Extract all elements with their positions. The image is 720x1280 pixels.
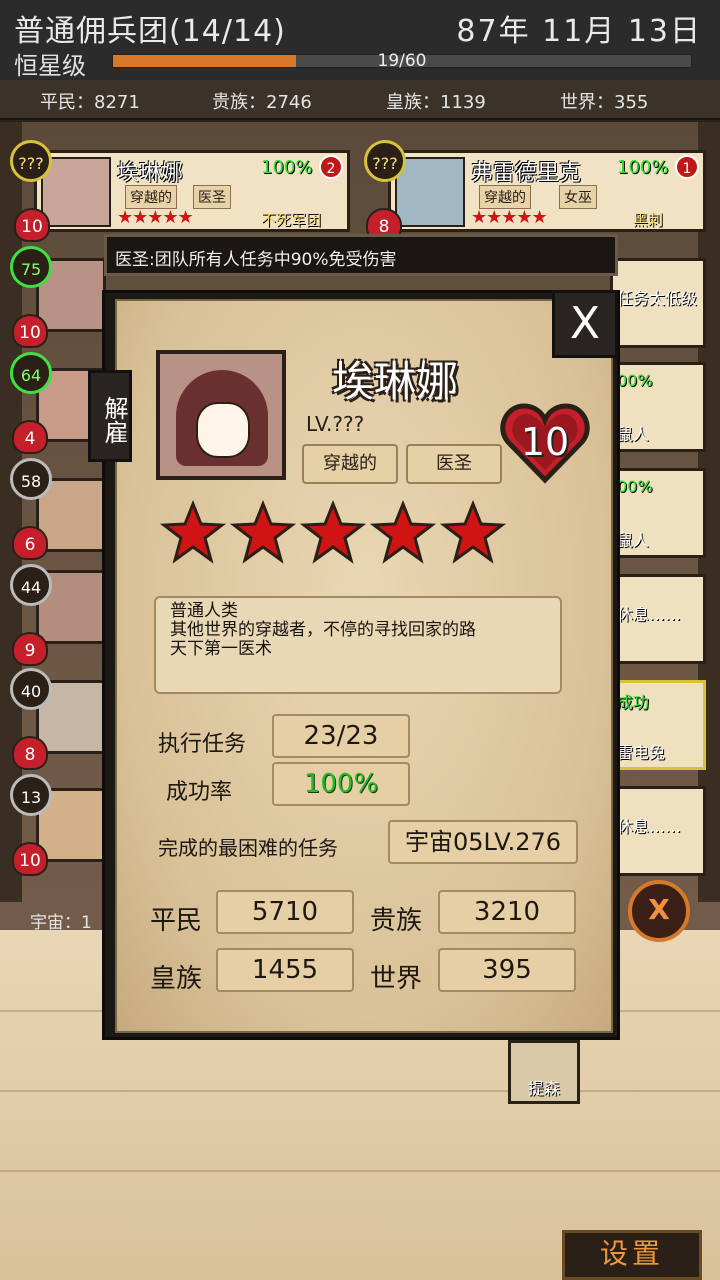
level-badge: 13: [10, 774, 52, 816]
dismiss-button[interactable]: 解雇: [88, 370, 132, 462]
rating-stars: ★★★★★: [117, 207, 194, 228]
star-icon: [369, 499, 437, 564]
heart-icon: 10: [12, 842, 48, 876]
mission-name: 休息……: [617, 817, 682, 836]
trait-tag-healer[interactable]: 医圣: [406, 444, 502, 484]
level-badge: 58: [10, 458, 52, 500]
avatar: [395, 157, 465, 227]
mission-name: 鼠人: [617, 531, 650, 550]
commoner-value: 5710: [216, 890, 354, 934]
heart-icon: 10: [12, 314, 48, 348]
rating-stars: ★★★★★: [471, 207, 548, 228]
noble-value: 3210: [438, 890, 576, 934]
count-badge: 1: [675, 155, 699, 179]
rank-progress-bar: 19/60: [112, 51, 692, 71]
heart-icon: 10: [14, 208, 50, 242]
close-button[interactable]: X: [552, 290, 618, 358]
star-icon: [299, 499, 367, 564]
success-rate-label: 成功率: [166, 780, 233, 805]
description-line: 天下第一医术: [170, 639, 272, 659]
heart-icon: 9: [12, 632, 48, 666]
world-value: 395: [438, 948, 576, 992]
royal-label: 皇族: [150, 964, 203, 994]
trait-tag: 穿越的: [479, 185, 531, 209]
trait-tooltip: 医圣:团队所有人任务中90%免受伤害: [104, 234, 618, 276]
rating-stars: [159, 499, 520, 570]
level-badge: 75: [10, 246, 52, 288]
description-line: 其他世界的穿越者，不停的寻找回家的路: [170, 620, 476, 640]
mission-card[interactable]: 休息……: [610, 786, 706, 876]
team-rank: 恒星级: [14, 52, 86, 80]
heart-icon: 6: [12, 526, 48, 560]
noble-label: 贵族: [370, 906, 423, 936]
mercenary-name: 埃琳娜: [117, 161, 184, 186]
mercenary-name: 弗雷德里克: [471, 161, 582, 186]
stat-world: 世界：355: [560, 92, 649, 113]
mission-card[interactable]: 成功 雷电兔: [610, 680, 706, 770]
success-percent: 100%: [261, 157, 313, 178]
trait-tag: 穿越的: [125, 185, 177, 209]
mission-status: 00%: [617, 371, 653, 390]
mission-name: 鼠人: [617, 425, 650, 444]
level-badge: 44: [10, 564, 52, 606]
world-label: 世界: [370, 964, 423, 994]
missions-value: 23/23: [272, 714, 410, 758]
rank-progress-text: 19/60: [377, 51, 427, 71]
star-icon: [229, 499, 297, 564]
mission-name: 休息……: [617, 605, 682, 624]
hardest-mission-label: 完成的最困难的任务: [158, 836, 338, 860]
mission-card[interactable]: 00% 鼠人: [610, 362, 706, 452]
mission-name: 雷电兔: [617, 743, 666, 762]
trait-tag-traveler[interactable]: 穿越的: [302, 444, 398, 484]
level-badge: 40: [10, 668, 52, 710]
star-icon: [159, 499, 227, 564]
mercenary-portrait: [156, 350, 286, 480]
mercenary-card-frederick[interactable]: 弗雷德里克 穿越的 女巫 ★★★★★ 100% 黑刺 1: [388, 150, 706, 232]
mission-status: 00%: [617, 477, 653, 496]
stat-royal: 皇族：1139: [386, 92, 486, 113]
mercenary-level: LV.???: [306, 412, 365, 436]
stat-commoner: 平民：8271: [40, 92, 140, 113]
heart-icon: 4: [12, 420, 48, 454]
mission-card[interactable]: 休息……: [610, 574, 706, 664]
top-header: 普通佣兵团(14/14) 87年 11月 13日 恒星级 19/60: [0, 0, 720, 80]
settings-button[interactable]: 设置: [562, 1230, 702, 1280]
description-line: 普通人类: [170, 601, 238, 621]
mercenary-card-ailina[interactable]: 埃琳娜 穿越的 医圣 ★★★★★ 100% 不死军团 2: [34, 150, 350, 232]
tooltip-text: 医圣:团队所有人任务中90%免受伤害: [115, 250, 397, 270]
level-badge: 64: [10, 352, 52, 394]
stat-noble: 贵族：2746: [212, 92, 312, 113]
trait-tag: 女巫: [559, 185, 597, 209]
team-label: 黑刺: [633, 211, 664, 229]
avatar: [41, 157, 111, 227]
success-percent: 100%: [617, 157, 669, 178]
commoner-label: 平民: [150, 906, 203, 936]
level-badge: ???: [364, 140, 406, 182]
missions-label: 执行任务: [158, 732, 247, 757]
count-badge: 2: [319, 155, 343, 179]
cancel-emblem-icon[interactable]: X: [628, 880, 690, 942]
heart-count: 10: [520, 420, 570, 464]
mercenary-name: 提森: [527, 1079, 560, 1098]
team-title: 普通佣兵团(14/14): [14, 14, 286, 49]
cosmos-label: 宇宙：1: [30, 913, 92, 933]
mission-card[interactable]: 任务太低级: [610, 258, 706, 348]
star-icon: [439, 499, 507, 564]
royal-value: 1455: [216, 948, 354, 992]
game-date: 87年 11月 13日: [456, 14, 702, 49]
description-box: 普通人类 其他世界的穿越者，不停的寻找回家的路 天下第一医术: [154, 596, 562, 694]
hardest-mission-value: 宇宙05LV.276: [388, 820, 578, 864]
mercenary-name-title: 埃琳娜: [331, 357, 458, 406]
mission-status: 成功: [617, 693, 650, 712]
trait-tag: 医圣: [193, 185, 231, 209]
success-rate-value: 100%: [272, 762, 410, 806]
team-label: 不死军团: [261, 211, 322, 229]
heart-icon: 8: [12, 736, 48, 770]
mission-card[interactable]: 00% 鼠人: [610, 468, 706, 558]
mission-name: 任务太低级: [617, 289, 698, 308]
mercenary-tison[interactable]: 提森: [508, 1040, 580, 1104]
currency-stats-row: 平民：8271 贵族：2746 皇族：1139 世界：355: [0, 80, 720, 120]
level-badge: ???: [10, 140, 52, 182]
